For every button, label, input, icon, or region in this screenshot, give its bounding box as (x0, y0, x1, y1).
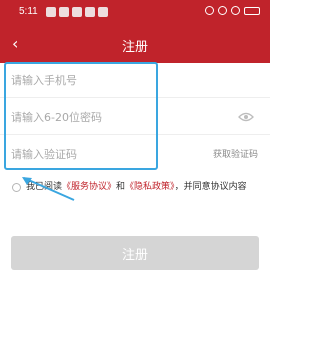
agreement-suffix: ，并同意协议内容 (174, 182, 247, 192)
notification-app-icon (98, 7, 108, 17)
system-icons (205, 6, 260, 15)
register-button[interactable]: 注册 (11, 236, 259, 270)
notification-icons (46, 7, 108, 17)
notification-app-icon (59, 7, 69, 17)
agreement-prefix: 我已阅读 (26, 182, 63, 192)
service-agreement-link[interactable]: 《服务协议》 (62, 182, 116, 192)
wifi-icon (218, 6, 227, 15)
verification-code-input[interactable] (11, 144, 191, 164)
agreement-text: 我已阅读《服务协议》和《隐私政策》，并同意协议内容 (26, 180, 262, 194)
nav-bar: ‹ 注册 (0, 27, 270, 63)
password-field-row (0, 98, 270, 135)
status-bar: 5:11 (0, 0, 270, 27)
battery-icon (244, 6, 260, 15)
notification-app-icon (46, 7, 56, 17)
agreement-conjunction: 和 (116, 182, 126, 192)
status-time: 5:11 (19, 6, 38, 17)
signal-icon (231, 6, 240, 15)
get-code-button[interactable]: 获取验证码 (213, 147, 258, 160)
alarm-icon (205, 6, 214, 15)
notification-app-icon (85, 7, 95, 17)
notification-app-icon (72, 7, 82, 17)
agree-radio[interactable] (12, 183, 21, 192)
phone-field-row (0, 61, 270, 98)
code-field-row: 获取验证码 (0, 135, 270, 172)
privacy-policy-link[interactable]: 《隐私政策》 (125, 182, 175, 192)
phone-input[interactable] (11, 70, 191, 90)
page-title: 注册 (121, 40, 148, 55)
password-input[interactable] (11, 107, 191, 127)
eye-icon[interactable] (238, 112, 254, 122)
